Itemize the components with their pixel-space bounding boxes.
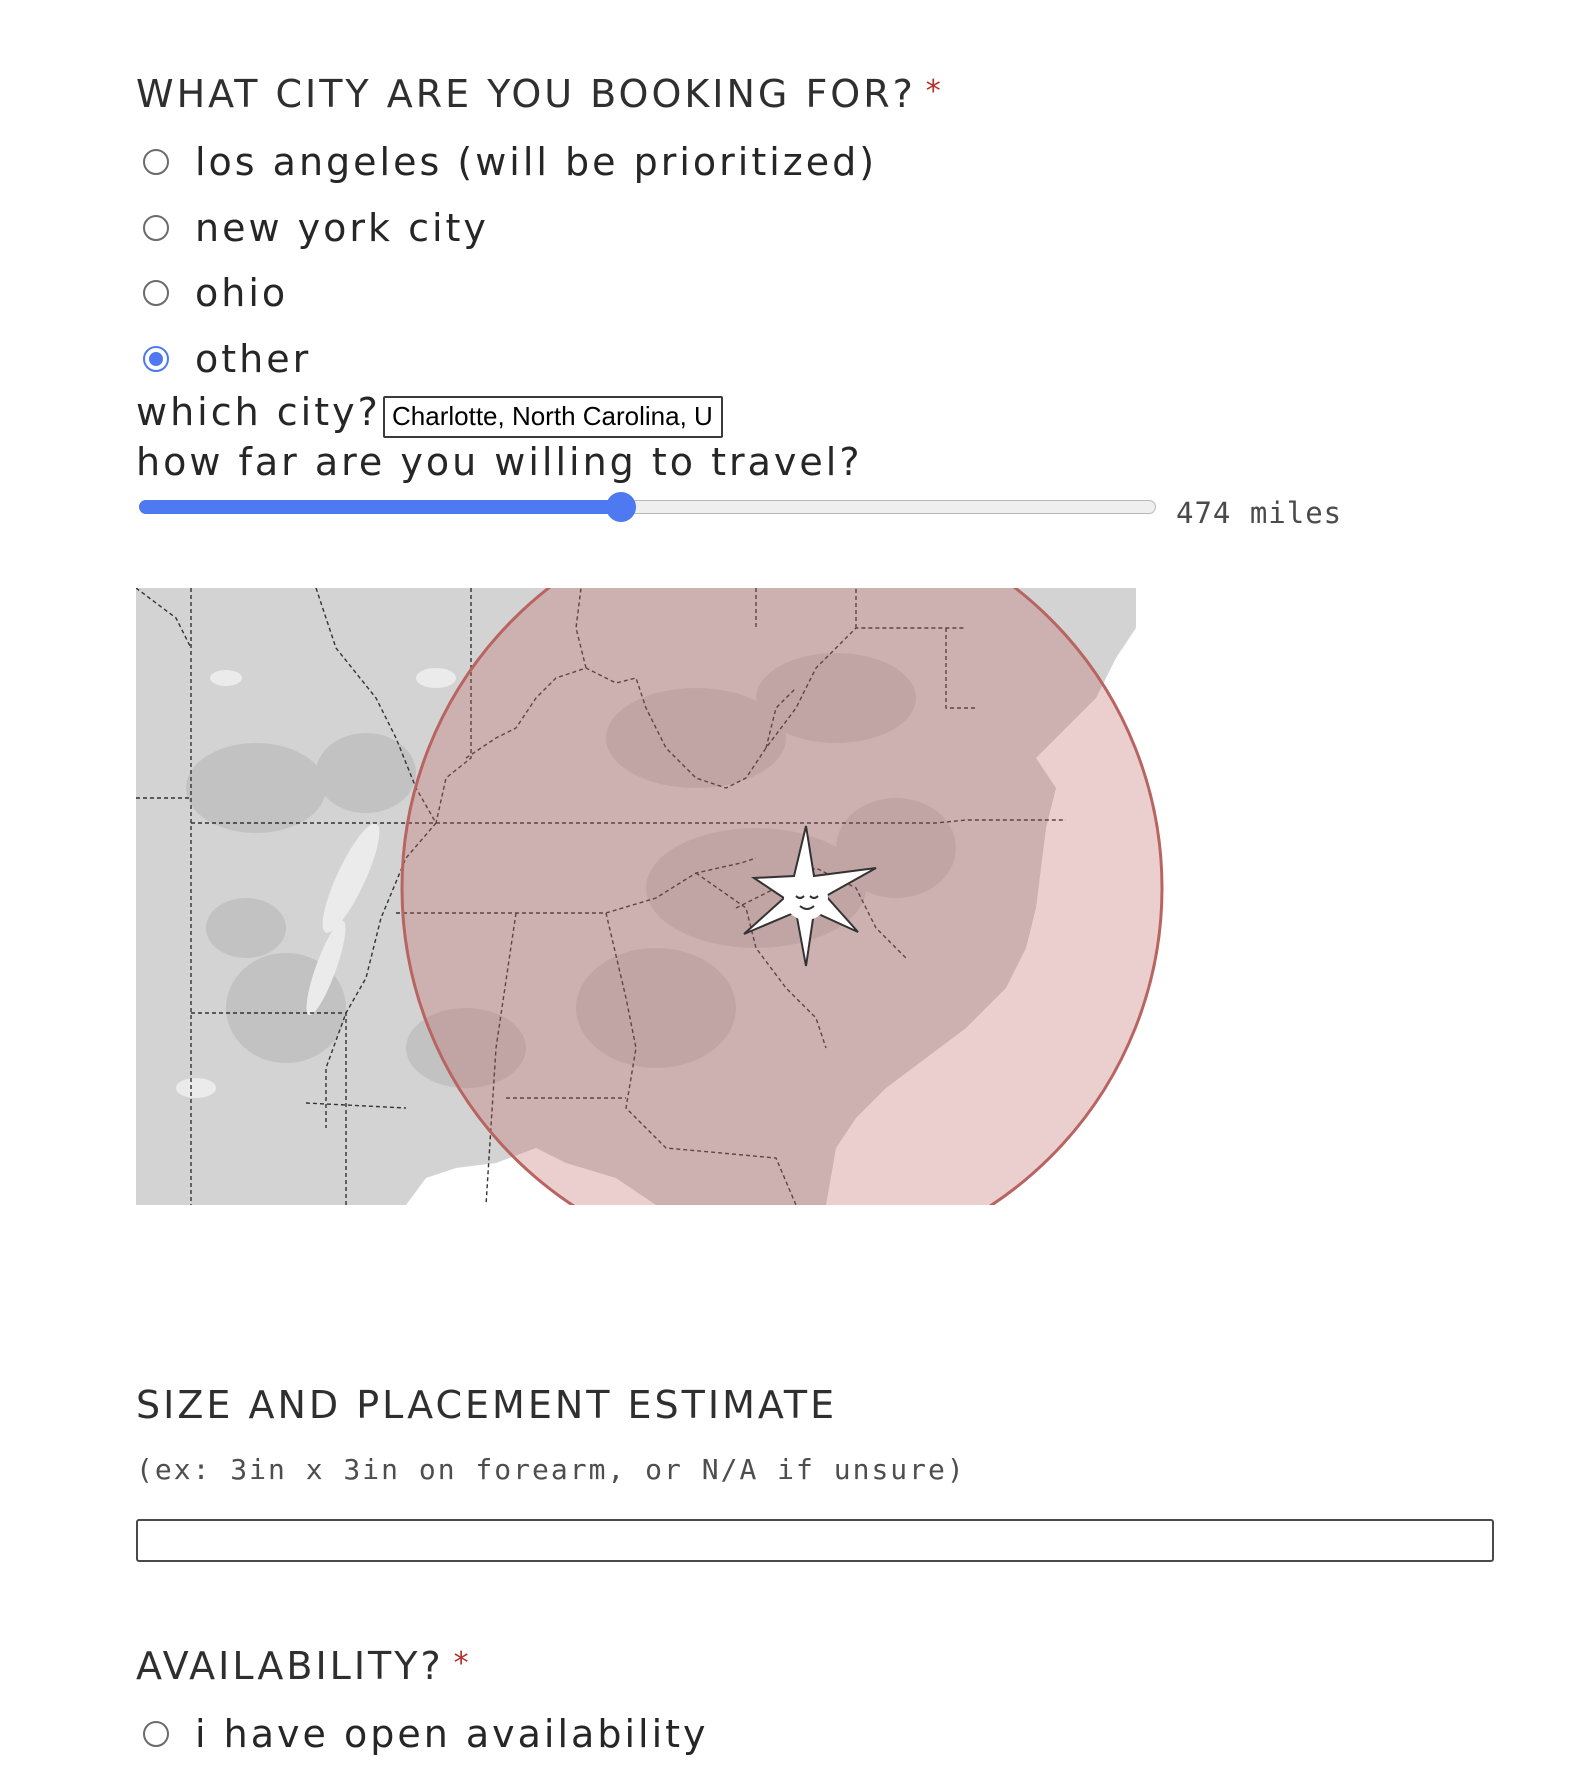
travel-distance-label: how far are you willing to travel? <box>136 440 863 484</box>
travel-distance-slider[interactable] <box>139 492 1156 522</box>
city-question-title-text: WHAT CITY ARE YOU BOOKING FOR? <box>136 72 916 116</box>
travel-distance-value: 474 miles <box>1176 496 1343 530</box>
availability-question-title: AVAILABILITY? * <box>136 1644 472 1688</box>
availability-question-title-text: AVAILABILITY? <box>136 1644 444 1688</box>
required-asterisk: * <box>925 74 944 109</box>
radio-ohio[interactable] <box>143 280 169 306</box>
slider-thumb[interactable] <box>606 492 637 522</box>
option-open-availability[interactable]: i have open availability <box>143 1709 709 1759</box>
required-asterisk: * <box>453 1646 472 1681</box>
option-label: ohio <box>195 271 289 315</box>
size-question-hint: (ex: 3in x 3in on forearm, or N/A if uns… <box>136 1453 966 1486</box>
radio-new-york-city[interactable] <box>143 215 169 241</box>
radio-other[interactable] <box>143 346 169 372</box>
option-ohio[interactable]: ohio <box>143 268 288 318</box>
slider-fill <box>139 500 622 514</box>
radio-open-availability[interactable] <box>143 1721 169 1747</box>
option-los-angeles[interactable]: los angeles (will be prioritized) <box>143 137 877 187</box>
size-placement-input[interactable] <box>136 1519 1494 1562</box>
option-new-york-city[interactable]: new york city <box>143 203 489 253</box>
option-other[interactable]: other <box>143 334 311 384</box>
travel-radius-map <box>136 588 1218 1205</box>
option-label: new york city <box>195 206 489 250</box>
city-question-title: WHAT CITY ARE YOU BOOKING FOR? * <box>136 72 944 116</box>
size-question-title: SIZE AND PLACEMENT ESTIMATE <box>136 1383 838 1427</box>
option-label: i have open availability <box>195 1712 709 1756</box>
radio-los-angeles[interactable] <box>143 149 169 175</box>
which-city-label: which city? <box>136 390 381 434</box>
option-label: other <box>195 337 312 381</box>
map-svg <box>136 588 1218 1205</box>
city-input[interactable]: Charlotte, North Carolina, U <box>383 396 723 438</box>
option-label: los angeles (will be prioritized) <box>195 140 878 184</box>
